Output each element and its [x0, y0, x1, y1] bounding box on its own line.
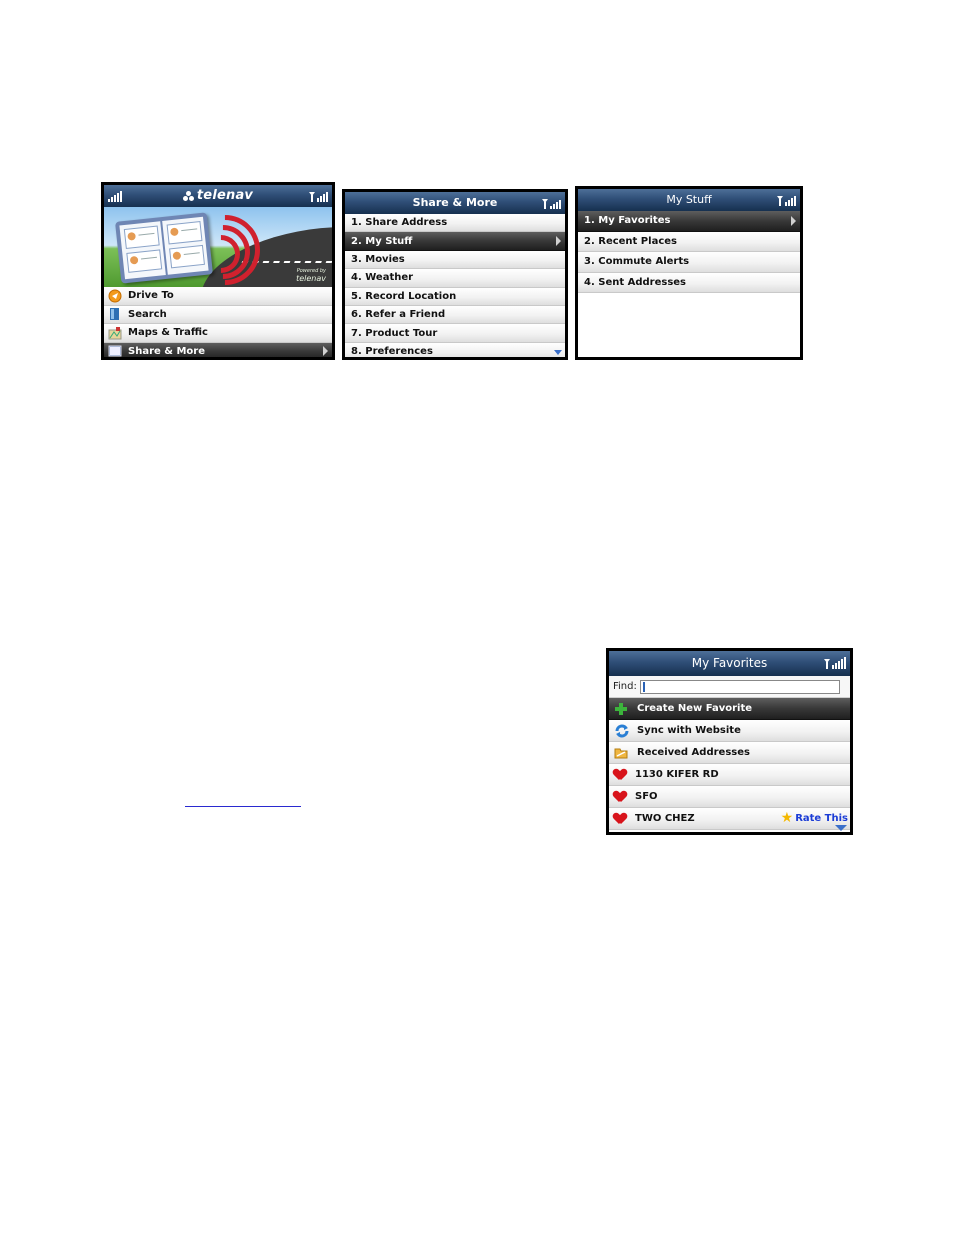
sync-with-website-item[interactable]: Sync with Website	[609, 720, 850, 742]
menu-item-weather[interactable]: 4. Weather	[345, 269, 565, 288]
plus-icon	[614, 702, 628, 716]
create-new-favorite-item[interactable]: Create New Favorite	[609, 698, 850, 720]
favorite-item[interactable]: TWO CHEZ ★ Rate This	[609, 808, 850, 830]
share-more-titlebar: Share & More	[345, 192, 565, 214]
menu-item-my-stuff[interactable]: 2. My Stuff	[345, 232, 565, 251]
menu-item-drive-to[interactable]: Drive To	[104, 287, 332, 306]
my-favorites-titlebar: My Favorites	[609, 651, 850, 676]
hero-image: Powered by telenav	[104, 207, 332, 287]
menu-item-refer-friend[interactable]: 6. Refer a Friend	[345, 305, 565, 325]
folder-icon	[614, 746, 628, 760]
menu-item-maps-traffic[interactable]: Maps & Traffic	[104, 324, 332, 343]
signal-strength-icon	[309, 190, 328, 202]
signal-strength-icon	[542, 197, 561, 209]
text-cursor	[642, 681, 645, 692]
screen-title: My Stuff	[666, 193, 712, 206]
telenav-main-screen: telenav Powered by telenav Drive To Sear…	[101, 182, 335, 360]
telenav-logo: telenav	[182, 185, 253, 207]
signal-strength-icon	[777, 194, 796, 206]
my-favorites-screen: My Favorites Find: Create New Favorite S…	[606, 648, 853, 835]
menu-item-share-more[interactable]: Share & More	[104, 342, 332, 357]
find-input[interactable]	[639, 679, 840, 694]
gps-signal-icon	[108, 190, 122, 202]
menu-item-sent-addresses[interactable]: 4. Sent Addresses	[578, 272, 800, 293]
underlined-link[interactable]	[185, 806, 301, 807]
broadcast-waves-icon	[175, 207, 275, 287]
submenu-arrow-icon	[791, 215, 796, 226]
menu-item-share-address[interactable]: 1. Share Address	[345, 214, 565, 233]
scroll-down-icon[interactable]	[835, 825, 847, 831]
telenav-flower-icon	[182, 190, 194, 202]
menu-item-preferences[interactable]: 8. Preferences	[345, 342, 565, 357]
heart-icon	[614, 791, 626, 803]
find-label: Find:	[613, 681, 637, 692]
menu-item-commute-alerts[interactable]: 3. Commute Alerts	[578, 252, 800, 273]
powered-by-telenav: Powered by telenav	[296, 268, 326, 283]
screen-title: My Favorites	[691, 656, 768, 670]
share-more-screen: Share & More 1. Share Address 2. My Stuf…	[342, 189, 568, 360]
screen-title: Share & More	[412, 196, 498, 209]
heart-icon	[614, 769, 626, 781]
my-stuff-titlebar: My Stuff	[578, 189, 800, 211]
scroll-down-icon[interactable]	[554, 350, 562, 355]
menu-item-search[interactable]: Search	[104, 305, 332, 324]
heart-icon	[614, 813, 626, 825]
map-traffic-icon	[108, 326, 122, 340]
star-icon: ★	[780, 810, 794, 826]
find-bar: Find:	[609, 676, 850, 698]
share-more-icon	[108, 344, 122, 357]
rate-this-button[interactable]: ★ Rate This	[780, 810, 848, 826]
menu-item-movies[interactable]: 3. Movies	[345, 250, 565, 270]
favorite-item[interactable]: SFO	[609, 786, 850, 808]
submenu-arrow-icon	[323, 346, 328, 357]
favorite-item[interactable]: 1130 KIFER RD	[609, 764, 850, 786]
menu-item-record-location[interactable]: 5. Record Location	[345, 287, 565, 306]
received-addresses-item[interactable]: Received Addresses	[609, 742, 850, 764]
menu-item-recent-places[interactable]: 2. Recent Places	[578, 231, 800, 252]
menu-item-my-favorites[interactable]: 1. My Favorites	[578, 211, 800, 232]
signal-strength-icon	[824, 657, 846, 669]
menu-item-product-tour[interactable]: 7. Product Tour	[345, 324, 565, 343]
drive-to-icon	[108, 289, 122, 303]
sync-icon	[614, 724, 629, 738]
search-book-icon	[108, 307, 122, 321]
my-stuff-screen: My Stuff 1. My Favorites 2. Recent Place…	[575, 186, 803, 360]
submenu-arrow-icon	[556, 236, 561, 247]
main-titlebar: telenav	[104, 185, 332, 207]
